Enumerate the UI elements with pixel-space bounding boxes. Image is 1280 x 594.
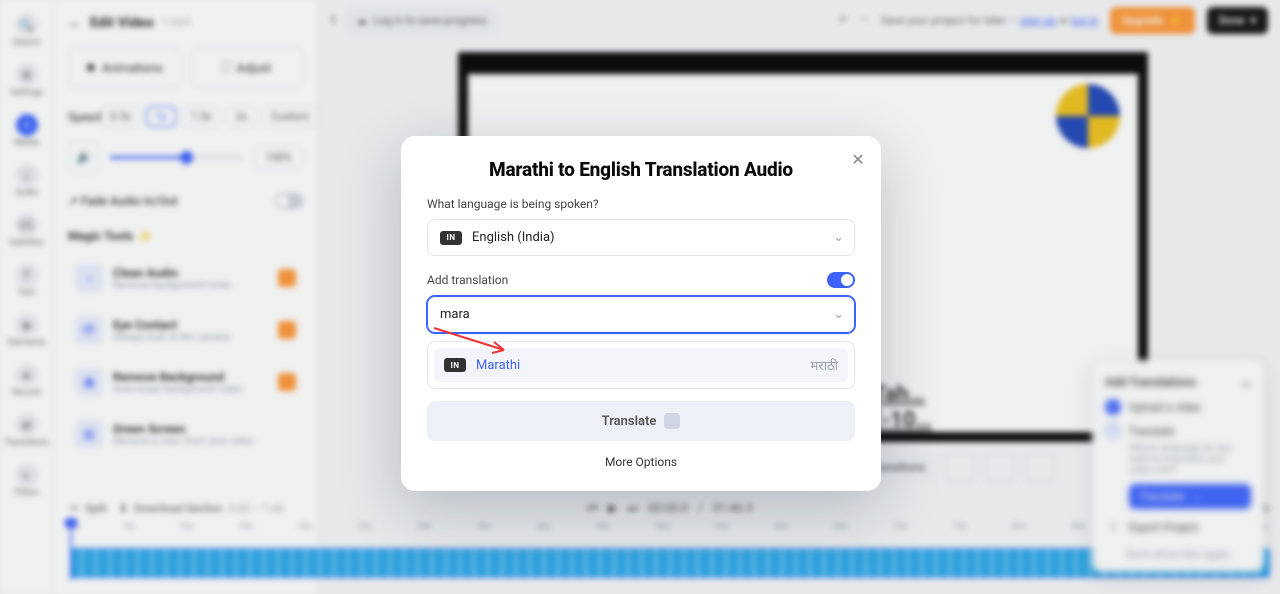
modal-title: Marathi to English Translation Audio — [427, 158, 855, 181]
add-translation-label: Add translation — [427, 273, 508, 287]
lang-option-marathi[interactable]: IN Marathi मराठी — [434, 348, 848, 382]
flag-badge-in: IN — [440, 231, 462, 245]
translation-dropdown: IN Marathi मराठी — [427, 341, 855, 389]
flag-badge-in: IN — [444, 358, 466, 372]
translate-button[interactable]: Translate — [427, 401, 855, 441]
translation-search-input[interactable] — [440, 307, 842, 322]
more-options-link[interactable]: More Options — [427, 441, 855, 471]
translation-modal: ✕ Marathi to English Translation Audio W… — [401, 136, 881, 491]
chevron-down-icon: ⌄ — [833, 230, 844, 245]
add-translation-toggle[interactable] — [827, 272, 855, 288]
close-icon[interactable]: ✕ — [847, 148, 869, 170]
lang-option-name: Marathi — [476, 358, 520, 373]
spoken-lang-select[interactable]: IN English (India) ⌄ — [427, 219, 855, 256]
lang-option-native: मराठी — [811, 356, 838, 374]
chevron-down-icon: ⌄ — [833, 307, 844, 322]
spoken-lang-label: What language is being spoken? — [427, 197, 855, 211]
translation-search[interactable]: ⌄ — [427, 296, 855, 333]
spoken-lang-value: English (India) — [472, 230, 555, 245]
